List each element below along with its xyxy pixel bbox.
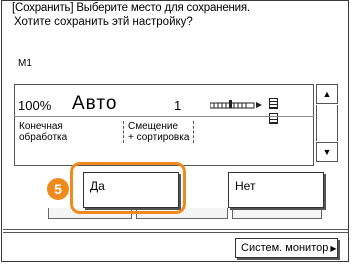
document-icons [269, 97, 279, 127]
system-monitor-button[interactable]: Систем. монитор ▶ [235, 238, 338, 258]
panel-divider [14, 116, 314, 117]
finishing-value: Смещение + сортировка [123, 121, 195, 143]
obscured-button [232, 208, 322, 219]
touch-panel-screen: [Сохранить] Выберите место для сохранени… [1, 0, 349, 262]
header-title: [Сохранить] Выберите место для сохранени… [12, 2, 250, 14]
scrollbar[interactable]: ▲ ▼ [316, 84, 340, 166]
document-icon [269, 113, 278, 124]
mode-value: Авто [72, 93, 118, 114]
system-monitor-label: Систем. монитор [241, 242, 329, 254]
step-number-badge: 5 [47, 178, 69, 200]
scroll-track [316, 105, 338, 141]
bottom-divider [3, 229, 348, 230]
document-icon [269, 98, 278, 109]
finishing-label-line1: Конечная [19, 121, 63, 132]
paper-tray-icon [210, 100, 262, 109]
zoom-value: 100% [18, 98, 52, 113]
no-button[interactable]: Нет [228, 172, 324, 208]
yes-button-highlight [70, 162, 186, 214]
copies-value: 1 [174, 98, 182, 113]
arrow-right-icon: ▶ [330, 244, 337, 253]
bottom-divider [3, 232, 348, 233]
memory-slot-label: M1 [18, 58, 32, 69]
scroll-up-button[interactable]: ▲ [316, 84, 338, 104]
finishing-label-line2: обработка [19, 132, 68, 143]
finishing-label: Конечная обработка [19, 121, 67, 143]
scroll-down-button[interactable]: ▼ [316, 142, 338, 162]
header: [Сохранить] Выберите место для сохранени… [12, 1, 342, 31]
header-question: Хотите сохранить этй настройку? [14, 16, 193, 28]
finishing-value-line2: + сортировка [128, 132, 190, 143]
finishing-value-line1: Смещение [128, 121, 179, 132]
